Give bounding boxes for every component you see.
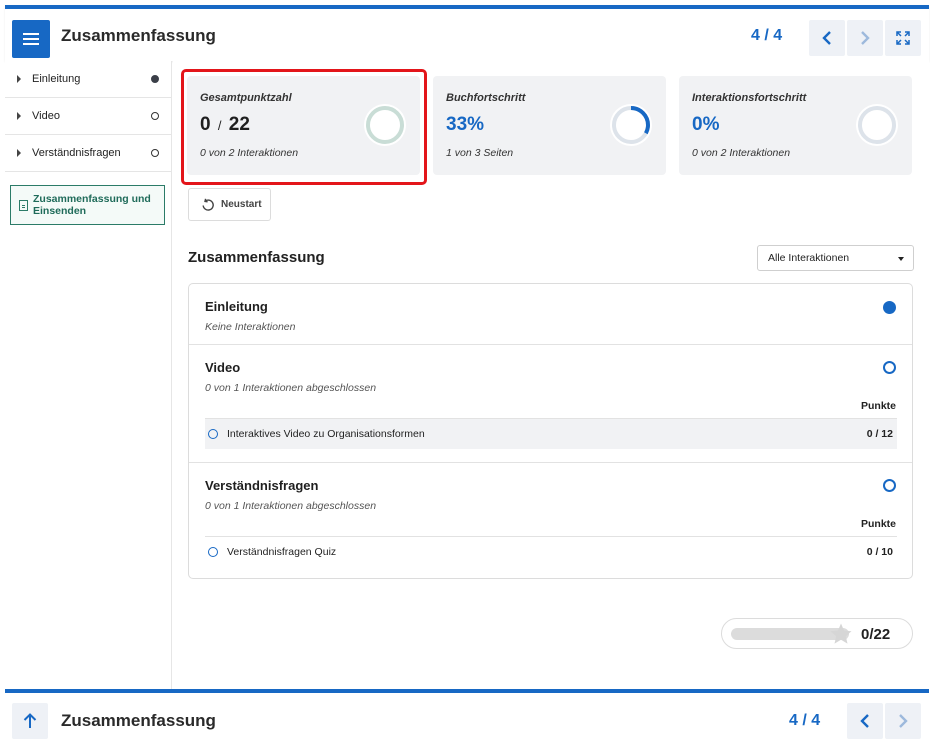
footer-previous-page-button[interactable] (847, 703, 883, 739)
summary-section-einleitung: Einleitung Keine Interaktionen (189, 284, 912, 344)
menu-icon (23, 33, 39, 35)
fullscreen-button[interactable] (885, 20, 921, 56)
interaction-row[interactable]: Interaktives Video zu Organisationsforme… (205, 418, 897, 449)
score-separator: / (217, 118, 222, 133)
interaction-filter-select[interactable]: Alle Interaktionen (757, 245, 914, 271)
top-navigation-bar: Zusammenfassung 4 / 4 (5, 5, 929, 61)
card-subtext: 1 von 3 Seiten (446, 147, 514, 159)
card-label: Gesamtpunktzahl (200, 92, 292, 104)
score-max: 22 (228, 114, 250, 135)
caret-right-icon (17, 75, 21, 83)
chapter-title: Zusammenfassung (61, 26, 216, 45)
chevron-right-icon (861, 31, 870, 45)
filter-selected-value: Alle Interaktionen (768, 252, 850, 264)
card-value: 33% (446, 114, 485, 135)
row-score: 0 / 10 (866, 546, 893, 558)
section-subtext: 0 von 1 Interaktionen abgeschlossen (205, 382, 377, 394)
card-label: Buchfortschritt (446, 92, 526, 104)
sidebar-item-verstaendnisfragen[interactable]: Verständnisfragen (5, 135, 171, 172)
summary-heading: Zusammenfassung (188, 249, 325, 266)
status-dot-empty (151, 149, 159, 157)
chevron-left-icon (822, 31, 831, 45)
document-icon (19, 199, 28, 211)
section-subtext: 0 von 1 Interaktionen abgeschlossen (205, 500, 377, 512)
points-header: Punkte (860, 400, 896, 412)
book-progress-ring (610, 104, 652, 146)
row-status-dot (208, 429, 218, 439)
card-label: Interaktionsfortschritt (692, 92, 807, 104)
footer-next-page-button[interactable] (885, 703, 921, 739)
sidebar-item-video[interactable]: Video (5, 98, 171, 135)
fullscreen-icon (896, 31, 910, 45)
summary-section-verstaendnisfragen: Verständnisfragen 0 von 1 Interaktionen … (189, 462, 912, 578)
section-status-dot (883, 301, 896, 314)
footer-page-indicator: 4 / 4 (789, 712, 821, 729)
section-title: Video (205, 360, 241, 375)
card-value: 0 / 22 (200, 114, 250, 136)
sidebar-item-einleitung[interactable]: Einleitung (5, 61, 171, 98)
scroll-to-top-button[interactable] (12, 703, 48, 739)
restart-label: Neustart (221, 199, 262, 210)
row-status-dot (208, 547, 218, 557)
row-label: Verständnisfragen Quiz (227, 546, 337, 558)
sidebar-item-label: Verständnisfragen (32, 147, 121, 159)
summary-section-video: Video 0 von 1 Interaktionen abgeschlosse… (189, 344, 912, 462)
restart-button[interactable]: Neustart (188, 188, 271, 221)
sidebar-item-summary-submit[interactable]: Zusammenfassung und Einsenden (10, 185, 165, 225)
card-value: 0% (692, 114, 720, 135)
section-subtext: Keine Interaktionen (205, 321, 296, 333)
total-score-bar: 0/22 (721, 618, 913, 649)
interaction-progress-ring (856, 104, 898, 146)
previous-page-button[interactable] (809, 20, 845, 56)
interaction-row[interactable]: Verständnisfragen Quiz 0 / 10 (205, 536, 897, 567)
section-status-dot (883, 479, 896, 492)
interaction-progress-card: Interaktionsfortschritt 0% 0 von 2 Inter… (679, 76, 912, 175)
total-score-card: Gesamtpunktzahl 0 / 22 0 von 2 Interakti… (187, 76, 420, 175)
row-score: 0 / 12 (866, 428, 893, 440)
chevron-right-icon (899, 714, 908, 728)
book-progress-card: Buchfortschritt 33% 1 von 3 Seiten (433, 76, 666, 175)
next-page-button[interactable] (847, 20, 883, 56)
caret-right-icon (17, 112, 21, 120)
section-title: Einleitung (205, 299, 268, 314)
sidebar-item-label: Einleitung (32, 73, 81, 85)
card-subtext: 0 von 2 Interaktionen (200, 147, 299, 159)
page-indicator: 4 / 4 (751, 27, 783, 44)
score-progress-ring (364, 104, 406, 146)
card-subtext: 0 von 2 Interaktionen (692, 147, 791, 159)
arrow-up-icon (23, 713, 37, 728)
summary-panel: Einleitung Keine Interaktionen Video 0 v… (188, 283, 913, 579)
status-dot-filled (151, 75, 159, 83)
sidebar-item-label: Video (32, 110, 60, 122)
section-status-dot (883, 361, 896, 374)
chapter-sidebar: Einleitung Video Verständnisfragen Zusam… (5, 61, 172, 689)
score-achieved: 0 (200, 114, 211, 135)
row-label: Interaktives Video zu Organisationsforme… (227, 428, 425, 440)
bottom-navigation-bar: Zusammenfassung 4 / 4 (5, 689, 929, 746)
star-icon (830, 623, 852, 644)
total-score-value: 0/22 (861, 626, 891, 643)
restart-icon (202, 198, 214, 211)
menu-button[interactable] (12, 20, 50, 58)
summary-content: Gesamtpunktzahl 0 / 22 0 von 2 Interakti… (173, 61, 929, 689)
section-title: Verständnisfragen (205, 478, 319, 493)
footer-chapter-title: Zusammenfassung (61, 711, 216, 730)
chevron-left-icon (860, 714, 869, 728)
points-header: Punkte (860, 518, 896, 530)
caret-down-icon (898, 257, 904, 261)
status-dot-empty (151, 112, 159, 120)
caret-right-icon (17, 149, 21, 157)
sidebar-submit-label: Zusammenfassung und Einsenden (33, 193, 151, 217)
